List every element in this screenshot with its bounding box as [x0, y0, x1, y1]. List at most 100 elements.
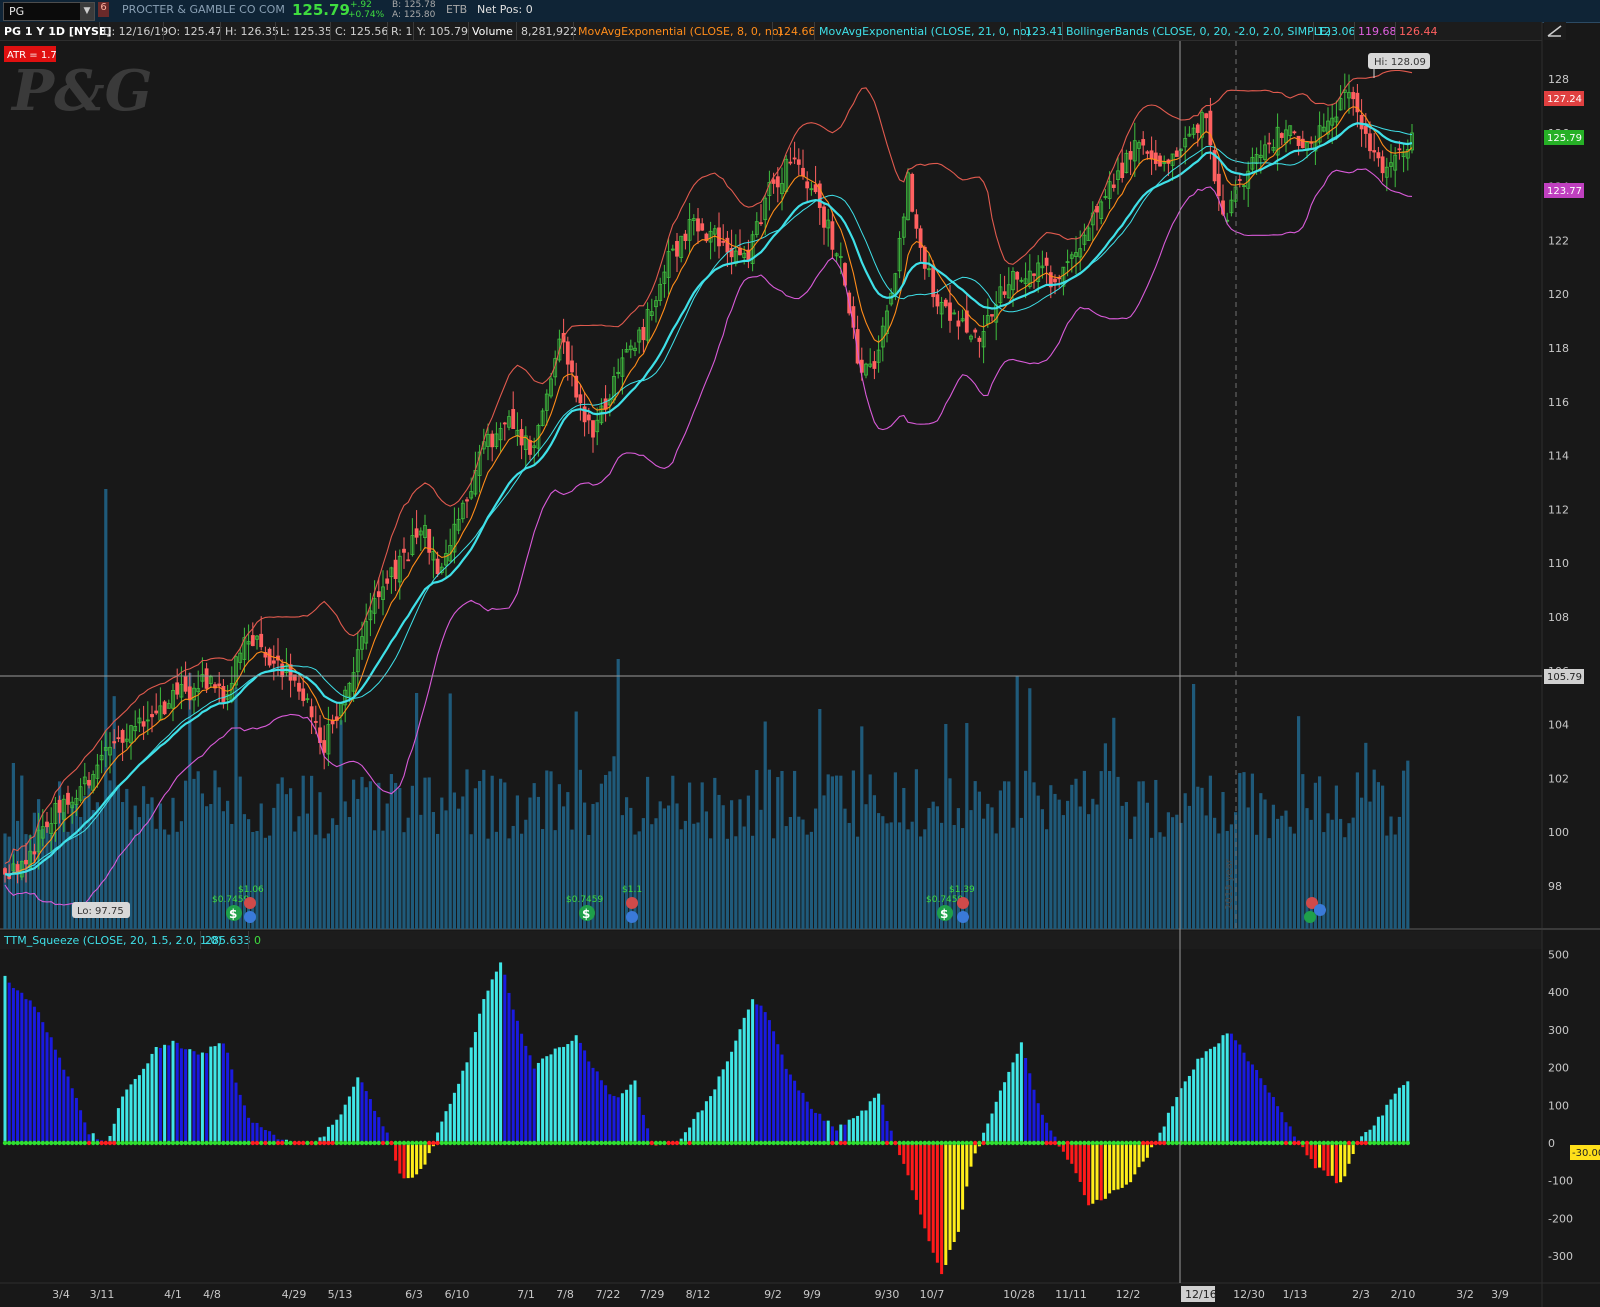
squeeze-dot — [133, 1140, 138, 1146]
candle-body — [1048, 272, 1053, 288]
candle-body — [1128, 151, 1133, 160]
bb-upper-badge — [1544, 91, 1584, 106]
candle-body — [15, 864, 20, 873]
candle-body — [1376, 152, 1381, 159]
volume-bar — [688, 782, 692, 929]
volume-bar — [650, 824, 654, 929]
squeeze-dot — [1309, 1140, 1314, 1146]
cursor-date-label: 12/16 — [1185, 1288, 1217, 1301]
squeeze-dot — [372, 1140, 377, 1146]
candle-body — [427, 529, 432, 553]
drawing-tool-icon[interactable] — [1544, 22, 1566, 40]
candle-body — [838, 256, 843, 258]
volume-bar — [1305, 808, 1309, 929]
symbol-input[interactable]: PG ▼ — [3, 2, 95, 21]
squeeze-dot — [859, 1140, 864, 1146]
volume-bar — [1066, 800, 1070, 929]
squeeze-dot — [1141, 1140, 1146, 1146]
candle-body — [746, 249, 751, 261]
candle-body — [452, 523, 457, 553]
squeeze-bar — [860, 1110, 864, 1143]
earnings-marker-2[interactable]: $1.1 — [622, 885, 642, 923]
squeeze-dot — [120, 1140, 125, 1146]
squeeze-bar — [868, 1101, 872, 1143]
candle-body — [914, 214, 919, 229]
candle-body — [276, 655, 280, 661]
squeeze-bar — [1213, 1046, 1217, 1143]
squeeze-dot — [1296, 1140, 1301, 1146]
squeeze-bar — [398, 1143, 402, 1174]
squeeze-bar — [457, 1083, 461, 1143]
volume-bar — [658, 801, 662, 929]
date-tick-label: 3/9 — [1491, 1288, 1509, 1301]
squeeze-dot — [1048, 1140, 1054, 1146]
squeeze-bar — [314, 1143, 318, 1146]
candle-body — [1334, 116, 1339, 123]
date-tick-label: 9/30 — [875, 1288, 900, 1301]
squeeze-bar — [608, 1094, 612, 1143]
squeeze-bar — [1196, 1058, 1200, 1143]
squeeze-dot — [658, 1140, 663, 1146]
candle-body — [397, 555, 402, 583]
candle-body — [1326, 120, 1330, 135]
bollinger-lower-line — [4, 168, 1413, 906]
volume-bar — [1229, 824, 1233, 929]
candle-body — [288, 664, 293, 681]
squeeze-dot — [1258, 1140, 1264, 1146]
candle-body — [519, 429, 524, 446]
squeeze-dot — [1321, 1140, 1327, 1146]
volume-bar — [1271, 804, 1275, 929]
link-icon[interactable]: 6 — [98, 2, 109, 17]
squeeze-bar — [717, 1076, 721, 1143]
candle-body — [360, 636, 364, 650]
volume-bar — [612, 756, 616, 929]
volume-bar — [1343, 837, 1347, 929]
volume-bar — [553, 830, 557, 929]
squeeze-bar — [272, 1134, 276, 1143]
candle-body — [1145, 151, 1150, 154]
dividend-label-1: $0.7459 — [212, 895, 249, 905]
candle-body — [1246, 170, 1251, 189]
squeeze-bar — [952, 1143, 956, 1243]
candle-body — [502, 422, 507, 425]
earnings-marker-4[interactable] — [1304, 897, 1326, 923]
earnings-marker-1[interactable]: $1.06 — [238, 885, 264, 923]
volume-bar — [1011, 827, 1015, 929]
squeeze-tick-label: 400 — [1548, 986, 1569, 999]
dividend-marker-3[interactable]: $0.7459 $ — [926, 895, 963, 921]
squeeze-bar — [679, 1138, 683, 1143]
hi-bubble — [1368, 53, 1430, 69]
volume-bar — [851, 770, 855, 929]
candle-body — [1405, 149, 1410, 159]
squeeze-dot — [662, 1140, 667, 1146]
squeeze-dot — [1069, 1140, 1075, 1146]
volume-bar — [276, 783, 280, 929]
candle-body — [1040, 265, 1045, 269]
candle-body — [3, 868, 7, 875]
candle-body — [385, 578, 390, 584]
squeeze-dot — [960, 1140, 965, 1146]
volume-bar — [784, 826, 788, 929]
candle-body — [1401, 151, 1406, 158]
dividend-marker-2[interactable]: $0.7459 $ — [566, 895, 603, 921]
squeeze-bar — [721, 1069, 725, 1143]
candle-body — [372, 598, 377, 614]
squeeze-bar — [1200, 1057, 1204, 1143]
squeeze-dot — [1199, 1140, 1205, 1146]
squeeze-dot — [1367, 1140, 1373, 1146]
squeeze-bar — [856, 1115, 860, 1143]
squeeze-dot — [884, 1140, 890, 1146]
candle-body — [1132, 140, 1137, 162]
squeeze-dot — [1010, 1140, 1016, 1146]
chart-canvas[interactable]: P&G ATR = 1.7 98 100 102 104 106 108 110 112 114… — [0, 0, 1600, 1307]
year-label: 2019 year — [1224, 858, 1235, 910]
squeeze-dot — [943, 1140, 948, 1146]
bb-upper-value: 126.44 — [1399, 25, 1438, 38]
symbol-dropdown-icon[interactable]: ▼ — [80, 3, 94, 20]
squeeze-bar — [1137, 1143, 1141, 1168]
squeeze-bar — [956, 1143, 960, 1232]
earnings-marker-3[interactable]: $1.39 — [949, 885, 975, 923]
squeeze-dot — [914, 1140, 919, 1146]
volume-bar — [1036, 795, 1040, 929]
dividend-marker-1[interactable]: $0.7459 $ — [212, 895, 249, 921]
